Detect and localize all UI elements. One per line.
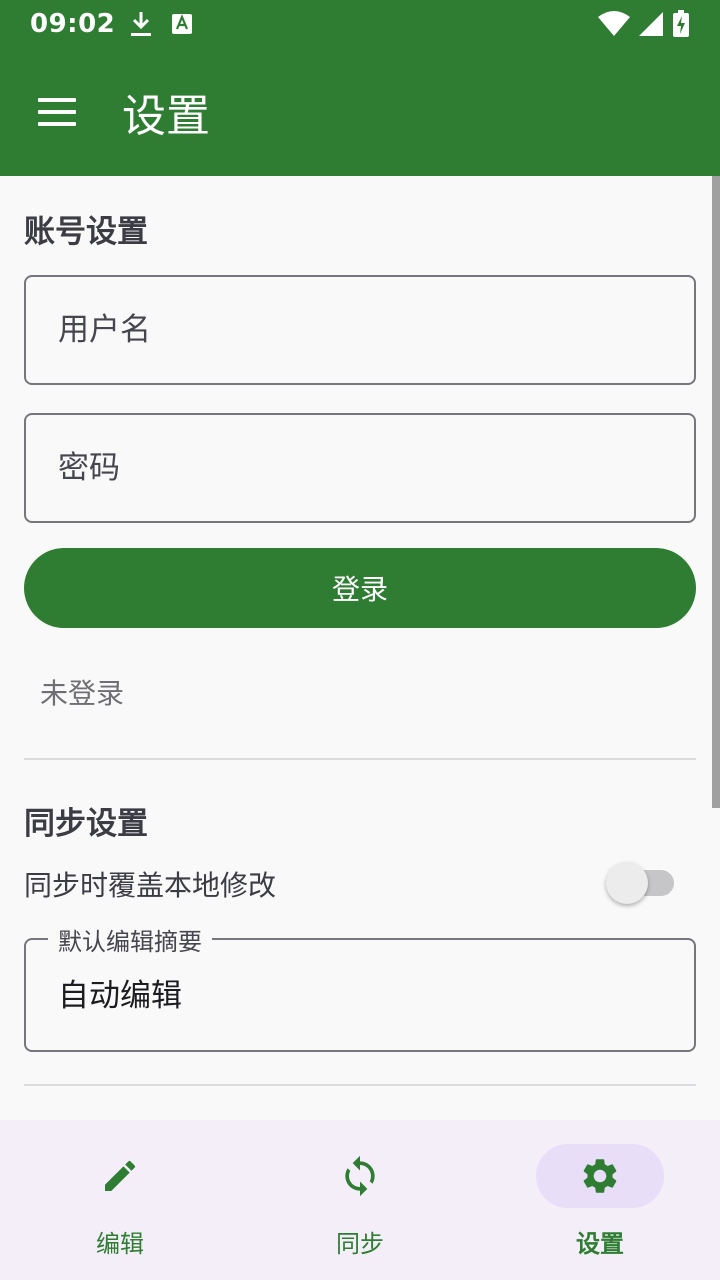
nav-label-edit: 编辑 [96, 1230, 144, 1258]
default-summary-label: 默认编辑摘要 [48, 922, 212, 957]
wifi-icon [598, 11, 630, 36]
login-button[interactable]: 登录 [24, 548, 696, 628]
gear-icon [583, 1159, 617, 1193]
battery-charging-icon [673, 10, 689, 37]
nav-item-sync[interactable]: 同步 [240, 1120, 480, 1280]
page-title: 设置 [122, 91, 210, 142]
nav-indicator [296, 1144, 424, 1208]
nav-indicator [56, 1144, 184, 1208]
app-bar: 设置 [0, 48, 720, 176]
text-notification-icon [172, 14, 193, 34]
username-input[interactable] [24, 275, 696, 385]
section-divider [24, 1084, 696, 1086]
pencil-icon [105, 1160, 136, 1191]
login-status-text: 未登录 [40, 677, 125, 710]
download-icon [131, 12, 152, 36]
nav-item-edit[interactable]: 编辑 [0, 1120, 240, 1280]
nav-indicator-active [536, 1144, 664, 1208]
settings-content[interactable]: 账号设置 登录 未登录 同步设置 同步时覆盖本地修改 默认编辑摘要 [0, 176, 720, 1120]
status-time: 09:02 [30, 9, 116, 39]
status-bar: 09:02 [0, 0, 720, 48]
overwrite-local-label: 同步时覆盖本地修改 [24, 869, 277, 902]
account-section-title: 账号设置 [24, 214, 148, 250]
scrollbar[interactable] [712, 176, 720, 808]
cellular-signal-icon [639, 12, 663, 36]
default-summary-input[interactable] [58, 974, 658, 1010]
section-divider [24, 758, 696, 760]
switch-thumb [606, 862, 648, 904]
nav-label-settings: 设置 [576, 1230, 624, 1258]
menu-icon[interactable] [38, 98, 76, 126]
default-summary-field[interactable]: 默认编辑摘要 [24, 922, 696, 1052]
nav-label-sync: 同步 [336, 1230, 384, 1258]
sync-icon [345, 1155, 375, 1197]
nav-item-settings[interactable]: 设置 [480, 1120, 720, 1280]
bottom-navigation: 编辑 同步 设置 [0, 1120, 720, 1280]
sync-section-title: 同步设置 [24, 806, 148, 842]
overwrite-local-switch[interactable] [606, 862, 674, 904]
password-input[interactable] [24, 413, 696, 523]
